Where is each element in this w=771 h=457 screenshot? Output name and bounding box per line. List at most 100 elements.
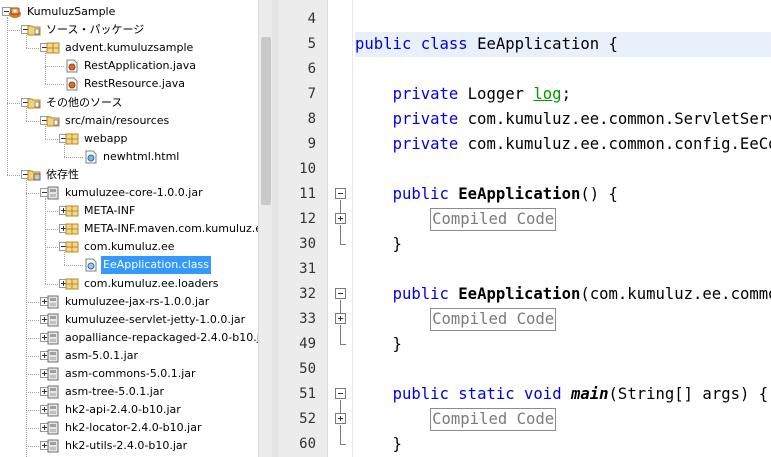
code-token: com.kumuluz.ee.common.config.EeCon [458,135,771,153]
line-number: 6 [307,61,316,77]
code-line[interactable]: Compiled Code [355,307,771,332]
expand-fold-icon[interactable] [335,313,346,324]
code-token: Logger [458,85,534,103]
tree-node[interactable]: src/main/resources [0,112,258,130]
code-line[interactable]: } [355,432,771,457]
tree-node[interactable]: advent.kumuluzsample [0,39,258,57]
tree-node-label: EeApplication.class [101,256,211,275]
code-line[interactable]: private com.kumuluz.ee.common.ServletSer… [355,107,771,132]
code-line[interactable]: Compiled Code [355,407,771,432]
tree-node-label: META-INF [84,204,136,218]
code-line[interactable]: public EeApplication() { [355,182,771,207]
expand-fold-icon[interactable] [335,413,346,424]
keyword-token: private [392,110,459,128]
tree-node-label: hk2-api-2.4.0-b10.jar [65,403,181,417]
source-folder-icon [46,114,60,128]
tree-node-label: src/main/resources [65,113,170,127]
code-line[interactable]: public EeApplication(com.kumuluz.ee.comm… [355,282,771,307]
tree-node[interactable]: META-INF [0,202,258,220]
libraries-folder-icon [27,168,41,182]
code-line[interactable] [355,57,771,82]
code-line[interactable] [355,257,771,282]
jar-icon [46,439,60,453]
collapse-fold-icon[interactable] [335,288,346,299]
jar-icon [46,295,60,309]
tree-node[interactable]: KumuluzSample [0,3,258,21]
fold-guide [340,300,341,313]
class-file-icon [84,258,98,272]
code-token: ; [561,85,571,103]
code-line[interactable]: } [355,232,771,257]
jar-icon [46,421,60,435]
code-line[interactable]: Compiled Code [355,207,771,232]
jar-icon [46,367,60,381]
tree-node[interactable]: asm-5.0.1.jar [0,347,258,365]
tree-node[interactable]: META-INF.maven.com.kumuluz.e [0,220,258,238]
package-icon [65,240,79,254]
fold-end-marker [340,344,346,345]
project-tree[interactable]: KumuluzSample ソース・パッケージ advent.kumuluzsamp… [0,0,258,457]
tree-node[interactable]: ソース・パッケージ [0,21,258,39]
tree-node-label: その他のソース [46,95,123,109]
tree-node[interactable]: com.kumuluz.ee [0,238,258,256]
tree-node[interactable]: EeApplication.class [0,256,258,275]
package-icon [46,41,60,55]
tree-node[interactable]: hk2-api-2.4.0-b10.jar [0,401,258,419]
line-number: 7 [307,86,316,102]
code-token: } [355,235,402,253]
keyword-token: public [392,185,449,203]
tree-node[interactable]: kumuluzee-servlet-jetty-1.0.0.jar [0,311,258,329]
code-line[interactable] [355,7,771,32]
code-line[interactable]: public class EeApplication { [355,32,771,57]
tree-node[interactable]: 依存性 [0,166,258,184]
code-editor[interactable]: public class EeApplication { private Log… [354,0,771,457]
tree-node[interactable]: asm-commons-5.0.1.jar [0,365,258,383]
project-icon [8,5,22,19]
collapse-fold-icon[interactable] [335,188,346,199]
compiled-code-fold[interactable]: Compiled Code [430,308,557,331]
tree-scrollbar-thumb[interactable] [261,37,271,205]
compiled-code-fold[interactable]: Compiled Code [430,408,557,431]
tree-node[interactable]: その他のソース [0,94,258,112]
code-line[interactable] [355,357,771,382]
tree-node-label: RestApplication.java [84,59,196,73]
keyword-token: private [392,85,459,103]
tree-node[interactable]: hk2-utils-2.4.0-b10.jar [0,437,258,455]
method-name-token: main [570,385,609,403]
tree-node-label: kumuluzee-jax-rs-1.0.0.jar [65,294,210,308]
tree-node[interactable]: hk2-locator-2.4.0-b10.jar [0,419,258,437]
code-line[interactable] [355,157,771,182]
tree-node[interactable]: asm-tree-5.0.1.jar [0,383,258,401]
code-line[interactable]: } [355,332,771,357]
line-number: 32 [299,286,316,302]
tree-node[interactable]: kumuluzee-core-1.0.0.jar [0,184,258,202]
package-icon [65,204,79,218]
tree-node[interactable]: com.kumuluz.ee.loaders [0,275,258,293]
package-icon [65,132,79,146]
tree-node-label: kumuluzee-core-1.0.0.jar [65,186,203,199]
code-line[interactable]: public static void main(String[] args) { [355,382,771,407]
tree-node[interactable]: aopalliance-repackaged-2.4.0-b10.ja [0,329,258,347]
code-line[interactable]: private Logger log; [355,82,771,107]
line-number: 8 [307,111,316,127]
collapse-fold-icon[interactable] [335,388,346,399]
tree-scrollbar[interactable] [258,0,272,457]
tree-node[interactable]: kumuluzee-jax-rs-1.0.0.jar [0,293,258,311]
tree-node[interactable]: webapp [0,130,258,148]
compiled-code-fold[interactable]: Compiled Code [430,208,557,231]
tree-node[interactable]: RestApplication.java [0,57,258,75]
tree-node[interactable]: RestResource.java [0,75,258,93]
code-token: (String[] args) { [608,385,769,403]
line-number: 12 [299,211,316,227]
fold-margin [327,0,353,457]
line-number: 51 [299,386,316,402]
tree-node[interactable]: newhtml.html [0,148,258,166]
expand-fold-icon[interactable] [335,213,346,224]
fold-end-marker [340,444,346,445]
code-line[interactable]: private com.kumuluz.ee.common.config.EeC… [355,132,771,157]
